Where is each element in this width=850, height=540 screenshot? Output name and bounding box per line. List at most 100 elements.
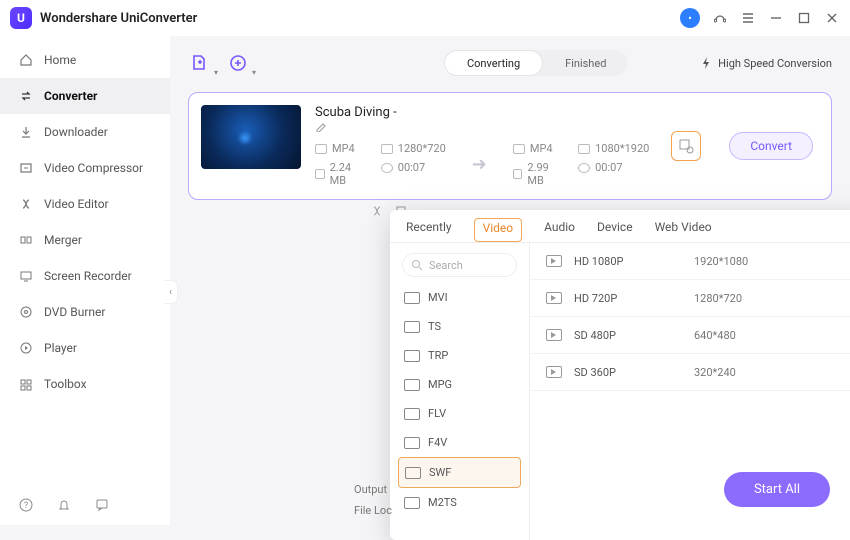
tab-video[interactable]: Video <box>474 218 523 242</box>
video-icon <box>546 292 562 304</box>
minimize-icon[interactable] <box>768 10 784 26</box>
svg-text:?: ? <box>24 501 28 511</box>
preset-item[interactable]: SD 360P320*240 <box>530 354 850 391</box>
format-search[interactable]: Search <box>402 253 517 277</box>
status-segment: Converting Finished <box>444 50 628 76</box>
high-speed-toggle[interactable]: High Speed Conversion <box>700 56 832 70</box>
compressor-icon <box>18 160 34 176</box>
preset-item[interactable]: SD 480P640*480 <box>530 317 850 354</box>
sidebar-item-label: Converter <box>44 89 97 103</box>
start-all-button[interactable]: Start All <box>724 472 830 507</box>
resolution-icon <box>578 144 590 154</box>
sidebar-item-toolbox[interactable]: Toolbox <box>0 366 170 402</box>
search-icon <box>411 259 423 271</box>
preset-item[interactable]: HD 720P1280*720 <box>530 280 850 317</box>
sidebar-item-recorder[interactable]: Screen Recorder <box>0 258 170 294</box>
sidebar-item-editor[interactable]: Video Editor <box>0 186 170 222</box>
help-icon[interactable]: ? <box>18 497 34 513</box>
app-title: Wondershare UniConverter <box>40 11 197 26</box>
video-icon <box>546 366 562 378</box>
sidebar-item-compressor[interactable]: Video Compressor <box>0 150 170 186</box>
file-name-row: Scuba Diving - <box>315 105 649 132</box>
notifications-icon[interactable] <box>56 497 72 513</box>
segment-finished[interactable]: Finished <box>543 50 628 76</box>
chevron-down-icon: ▾ <box>214 68 218 77</box>
format-file-icon <box>404 321 420 333</box>
tab-device[interactable]: Device <box>597 220 633 242</box>
file-card: Scuba Diving - MP4 2.24 MB 1280*720 00:0… <box>188 92 832 200</box>
content-topbar: ▾ ▾ Converting Finished High Speed Conve… <box>188 50 832 76</box>
format-file-icon <box>404 350 420 362</box>
sidebar-item-label: Player <box>44 341 77 355</box>
format-file-icon <box>404 437 420 449</box>
video-thumbnail[interactable] <box>201 105 301 169</box>
folder-icon <box>315 169 325 179</box>
file-name: Scuba Diving <box>315 105 390 120</box>
format-item[interactable]: MPG <box>398 370 521 399</box>
tab-webvideo[interactable]: Web Video <box>655 220 712 242</box>
chevron-down-icon: ▾ <box>252 68 256 77</box>
support-icon[interactable] <box>712 10 728 26</box>
add-file-button[interactable]: ▾ <box>188 51 212 75</box>
sidebar-item-label: Video Compressor <box>44 161 143 175</box>
target-info: MP4 2.99 MB 1080*1920 00:07 <box>513 142 649 187</box>
popup-tabs: Recently Video Audio Device Web Video <box>390 210 850 242</box>
arrow-icon: ➜ <box>472 154 487 175</box>
search-placeholder: Search <box>429 259 463 272</box>
bolt-icon <box>700 56 712 70</box>
sidebar-item-dvd[interactable]: DVD Burner <box>0 294 170 330</box>
sidebar-item-label: Video Editor <box>44 197 109 211</box>
video-icon <box>546 329 562 341</box>
sidebar-footer: ? <box>0 485 170 525</box>
clock-icon <box>578 163 590 173</box>
sidebar-item-player[interactable]: Player <box>0 330 170 366</box>
editor-icon <box>18 196 34 212</box>
sidebar-item-label: Merger <box>44 233 82 247</box>
tab-audio[interactable]: Audio <box>544 220 575 242</box>
user-avatar[interactable]: • <box>680 8 700 28</box>
sidebar-item-downloader[interactable]: Downloader <box>0 114 170 150</box>
format-file-icon <box>405 467 421 479</box>
maximize-icon[interactable] <box>796 10 812 26</box>
close-icon[interactable] <box>824 10 840 26</box>
video-icon <box>546 255 562 267</box>
folder-icon <box>513 169 523 179</box>
feedback-icon[interactable] <box>94 497 110 513</box>
sidebar-item-home[interactable]: Home <box>0 42 170 78</box>
rename-icon[interactable] <box>315 120 649 132</box>
merger-icon <box>18 232 34 248</box>
high-speed-label: High Speed Conversion <box>718 57 832 70</box>
format-item[interactable]: F4V <box>398 428 521 457</box>
output-settings-button[interactable] <box>671 131 701 161</box>
convert-button[interactable]: Convert <box>729 132 813 160</box>
menu-icon[interactable] <box>740 10 756 26</box>
clock-icon <box>381 163 393 173</box>
recorder-icon <box>18 268 34 284</box>
sidebar-item-converter[interactable]: Converter <box>0 78 170 114</box>
format-file-icon <box>404 292 420 304</box>
trim-icon[interactable] <box>370 204 384 218</box>
sidebar: Home Converter Downloader Video Compress… <box>0 36 170 525</box>
titlebar: U Wondershare UniConverter • <box>0 0 850 36</box>
sidebar-item-label: DVD Burner <box>44 305 105 319</box>
format-item[interactable]: MVI <box>398 283 521 312</box>
format-file-icon <box>404 408 420 420</box>
format-item[interactable]: FLV <box>398 399 521 428</box>
downloader-icon <box>18 124 34 140</box>
format-item[interactable]: TS <box>398 312 521 341</box>
format-item[interactable]: TRP <box>398 341 521 370</box>
source-info: MP4 2.24 MB 1280*720 00:07 <box>315 142 446 187</box>
format-icon <box>513 144 525 154</box>
sidebar-item-label: Screen Recorder <box>44 269 132 283</box>
preset-item[interactable]: HD 1080P1920*1080 <box>530 243 850 280</box>
tab-recently[interactable]: Recently <box>406 220 452 242</box>
app-logo: U <box>10 7 32 29</box>
sidebar-item-label: Toolbox <box>44 377 87 391</box>
sidebar-item-merger[interactable]: Merger <box>0 222 170 258</box>
resolution-icon <box>381 144 393 154</box>
sidebar-item-label: Downloader <box>44 125 108 139</box>
home-icon <box>18 52 34 68</box>
add-url-button[interactable]: ▾ <box>226 51 250 75</box>
segment-converting[interactable]: Converting <box>444 50 543 76</box>
toolbox-icon <box>18 376 34 392</box>
